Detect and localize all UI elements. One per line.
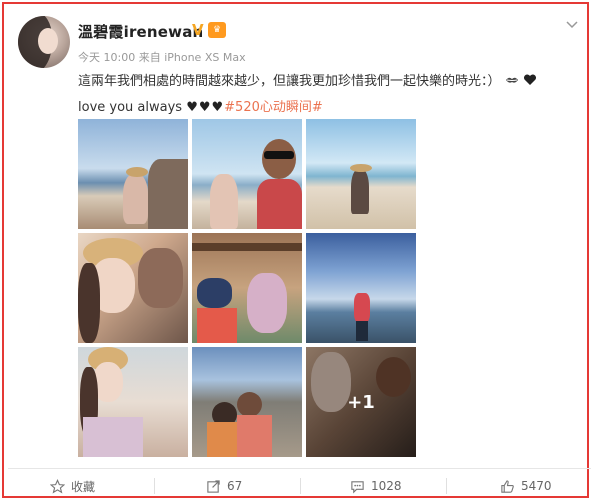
weibo-post-card: 溫碧霞irenewan V ♛ 今天 10:00 来自 iPhone XS Ma… <box>2 2 591 500</box>
comment-icon <box>351 480 364 493</box>
photo-4[interactable] <box>78 233 188 343</box>
kiss-icon <box>505 77 518 83</box>
repost-count: 67 <box>227 479 243 493</box>
hashtag-link[interactable]: #520心动瞬间# <box>224 100 323 115</box>
photo-6[interactable] <box>306 233 416 343</box>
divider <box>300 478 301 494</box>
photo-grid: +1 <box>78 119 416 457</box>
favorite-button[interactable]: 收藏 <box>50 469 95 500</box>
like-button[interactable]: 5470 <box>500 469 552 500</box>
action-bar: 收藏 67 1028 5470 <box>8 468 591 500</box>
post-text: 這兩年我們相處的時間越來越少，但讓我更加珍惜我們一起快樂的時光：） <box>78 70 537 89</box>
repost-button[interactable]: 67 <box>206 469 242 500</box>
photo-3[interactable] <box>306 119 416 229</box>
photo-1[interactable] <box>78 119 188 229</box>
username[interactable]: 溫碧霞irenewan <box>78 21 203 42</box>
vip-icon[interactable]: ♛ <box>208 22 226 38</box>
comment-button[interactable]: 1028 <box>350 469 402 500</box>
divider <box>154 478 155 494</box>
avatar[interactable] <box>18 16 70 68</box>
like-icon <box>501 479 514 493</box>
chevron-down-icon[interactable] <box>564 16 580 32</box>
hearts: ♥♥♥ <box>186 100 225 115</box>
favorite-label: 收藏 <box>71 479 96 494</box>
photo-5[interactable] <box>192 233 302 343</box>
photo-8[interactable] <box>192 347 302 457</box>
post-meta: 今天 10:00 来自 iPhone XS Max <box>78 51 246 64</box>
comment-count: 1028 <box>371 479 402 493</box>
post-text-line2: love you always ♥♥♥#520心动瞬间# <box>78 100 323 115</box>
repost-icon <box>207 479 220 493</box>
divider <box>446 478 447 494</box>
post-text-line1: 這兩年我們相處的時間越來越少，但讓我更加珍惜我們一起快樂的時光：） <box>78 74 501 89</box>
star-icon <box>50 478 65 494</box>
photo-9[interactable]: +1 <box>306 347 416 457</box>
verified-icon: V <box>192 21 204 39</box>
photo-2[interactable] <box>192 119 302 229</box>
photo-7[interactable] <box>78 347 188 457</box>
more-photos-overlay[interactable]: +1 <box>306 347 416 457</box>
heart-icon <box>523 74 536 85</box>
like-count: 5470 <box>521 479 552 493</box>
